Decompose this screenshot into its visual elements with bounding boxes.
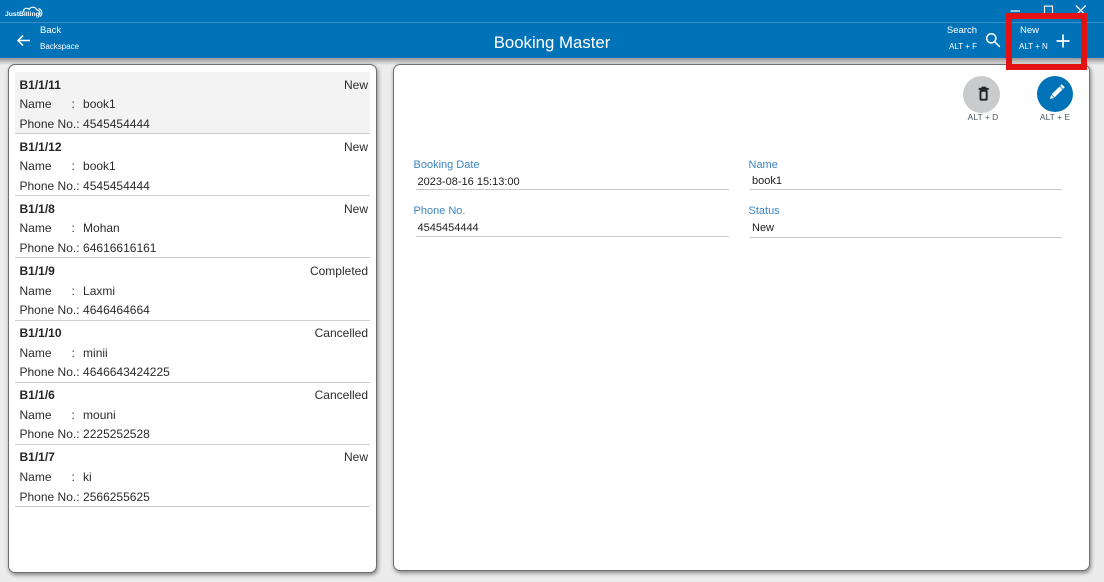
svg-text:JustBilling: JustBilling	[5, 11, 40, 18]
